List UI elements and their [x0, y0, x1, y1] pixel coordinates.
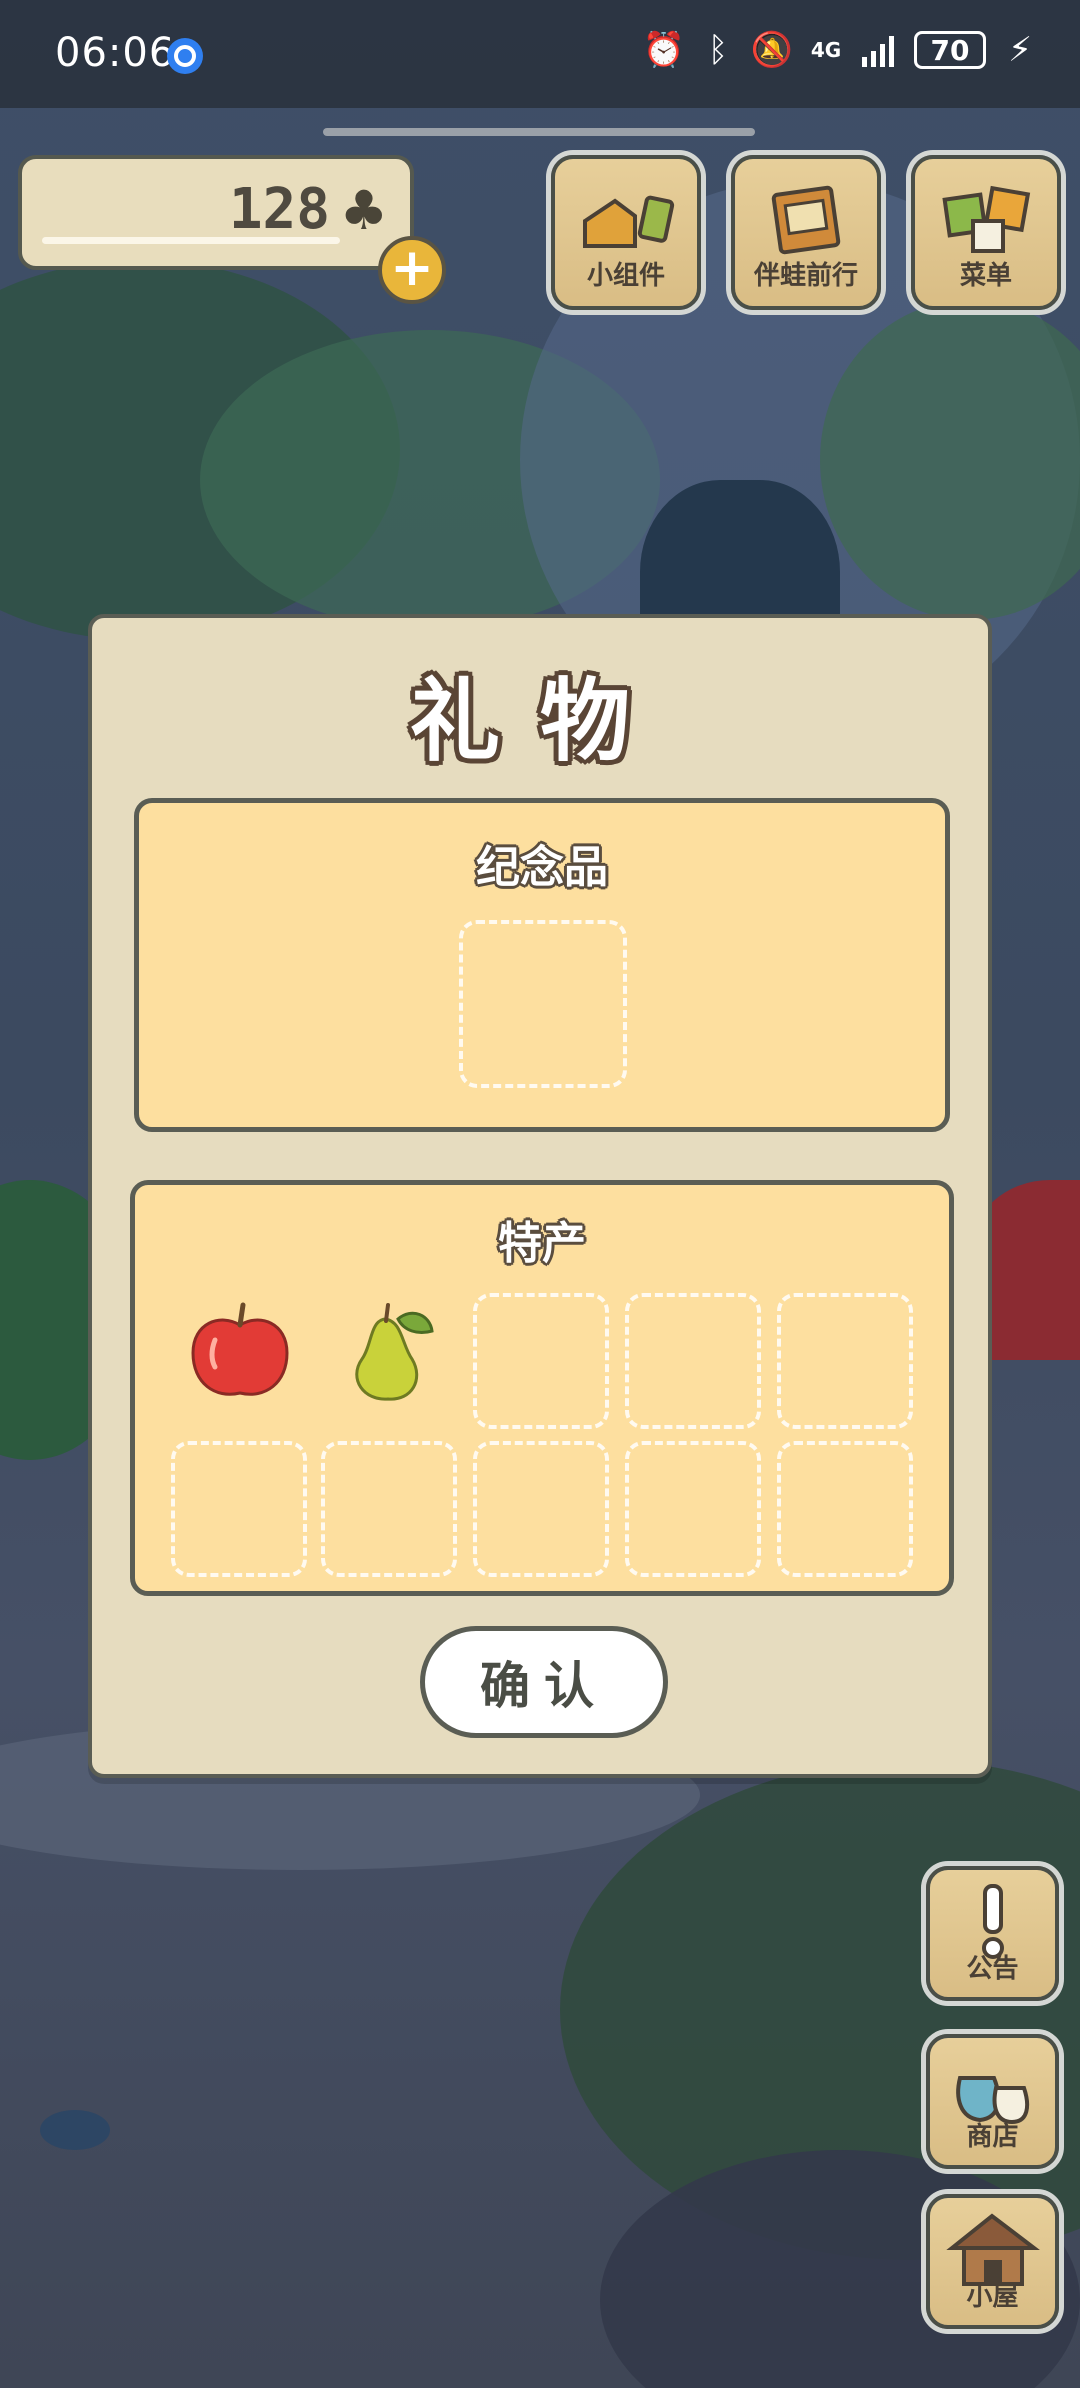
specialty-slot[interactable]	[473, 1441, 609, 1577]
clover-count: 128	[228, 177, 330, 242]
specialty-panel: 特产	[130, 1180, 954, 1596]
status-bar: 06:06 ⏰ ᛒ 🔕 4G 70 ⚡	[0, 0, 1080, 108]
specialty-slot[interactable]	[473, 1293, 609, 1429]
gift-dialog: 礼物 纪念品 特产 确认	[88, 614, 992, 1778]
widget-button[interactable]: 小组件	[551, 155, 701, 310]
album-icon	[735, 171, 877, 266]
charging-icon: ⚡	[1008, 30, 1032, 70]
souvenir-slot[interactable]	[459, 920, 627, 1088]
status-time: 06:06	[55, 30, 176, 76]
travel-with-frog-button[interactable]: 伴蛙前行	[731, 155, 881, 310]
drag-handle[interactable]	[323, 128, 755, 136]
notice-label: 公告	[966, 1954, 1019, 1984]
add-clover-button[interactable]: +	[378, 236, 446, 304]
clover-icon: ♣	[339, 179, 388, 242]
specialty-slot[interactable]	[321, 1441, 457, 1577]
specialty-slot[interactable]	[625, 1293, 761, 1429]
specialty-slot[interactable]	[625, 1441, 761, 1577]
house-label: 小屋	[966, 2282, 1019, 2312]
alarm-icon: ⏰	[642, 30, 686, 70]
dialog-title: 礼物	[410, 669, 670, 774]
travel-label: 伴蛙前行	[753, 261, 858, 291]
specialty-slot[interactable]	[777, 1293, 913, 1429]
notice-button[interactable]: 公告	[926, 1866, 1059, 2001]
plus-icon: +	[390, 238, 434, 298]
mute-icon: 🔕	[750, 30, 794, 70]
apple-item[interactable]	[185, 1295, 295, 1405]
shop-button[interactable]: 商店	[926, 2034, 1059, 2169]
menu-button[interactable]: 菜单	[911, 155, 1061, 310]
network-type: 4G	[810, 38, 842, 62]
clover-counter: 128 ♣	[18, 155, 414, 270]
specialty-slot[interactable]	[777, 1441, 913, 1577]
battery-indicator: 70	[914, 31, 986, 69]
widget-label: 小组件	[586, 261, 665, 291]
pear-item[interactable]	[340, 1297, 440, 1407]
house-button[interactable]: 小屋	[926, 2194, 1059, 2329]
location-icon	[167, 38, 203, 74]
widget-icon	[555, 171, 697, 266]
confirm-button[interactable]: 确认	[420, 1626, 668, 1738]
signal-icon	[860, 30, 900, 70]
menu-icon	[915, 171, 1057, 266]
specialty-slot[interactable]	[171, 1441, 307, 1577]
bluetooth-icon: ᛒ	[707, 30, 729, 70]
counter-underline	[42, 237, 340, 244]
souvenir-panel: 纪念品	[134, 798, 950, 1132]
shop-label: 商店	[966, 2122, 1019, 2152]
specialty-title: 特产	[498, 1218, 586, 1269]
souvenir-title: 纪念品	[476, 842, 608, 893]
menu-label: 菜单	[959, 261, 1012, 291]
